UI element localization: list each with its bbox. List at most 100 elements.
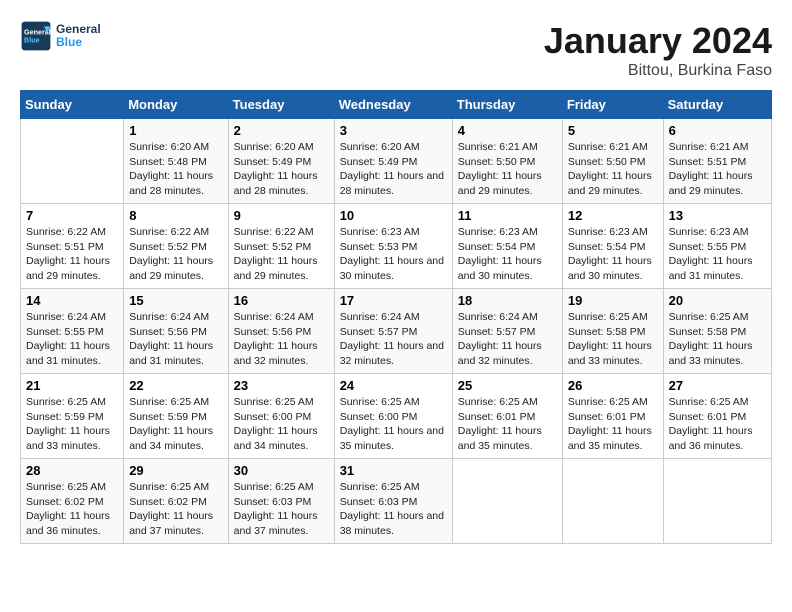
week-row-3: 14 Sunrise: 6:24 AM Sunset: 5:55 PM Dayl… xyxy=(21,289,772,374)
day-cell: 5 Sunrise: 6:21 AM Sunset: 5:50 PM Dayli… xyxy=(562,119,663,204)
day-info: Sunrise: 6:23 AM Sunset: 5:53 PM Dayligh… xyxy=(340,225,447,284)
day-cell: 31 Sunrise: 6:25 AM Sunset: 6:03 PM Dayl… xyxy=(334,459,452,544)
day-cell: 13 Sunrise: 6:23 AM Sunset: 5:55 PM Dayl… xyxy=(663,204,771,289)
day-number: 5 xyxy=(568,123,658,138)
day-cell: 20 Sunrise: 6:25 AM Sunset: 5:58 PM Dayl… xyxy=(663,289,771,374)
day-cell: 27 Sunrise: 6:25 AM Sunset: 6:01 PM Dayl… xyxy=(663,374,771,459)
day-info: Sunrise: 6:25 AM Sunset: 6:03 PM Dayligh… xyxy=(234,480,329,539)
day-info: Sunrise: 6:25 AM Sunset: 6:03 PM Dayligh… xyxy=(340,480,447,539)
day-cell: 18 Sunrise: 6:24 AM Sunset: 5:57 PM Dayl… xyxy=(452,289,562,374)
column-header-friday: Friday xyxy=(562,91,663,119)
week-row-1: 1 Sunrise: 6:20 AM Sunset: 5:48 PM Dayli… xyxy=(21,119,772,204)
day-info: Sunrise: 6:24 AM Sunset: 5:56 PM Dayligh… xyxy=(129,310,222,369)
day-cell: 4 Sunrise: 6:21 AM Sunset: 5:50 PM Dayli… xyxy=(452,119,562,204)
day-cell: 8 Sunrise: 6:22 AM Sunset: 5:52 PM Dayli… xyxy=(124,204,228,289)
day-number: 20 xyxy=(669,293,766,308)
day-number: 9 xyxy=(234,208,329,223)
day-cell xyxy=(562,459,663,544)
day-info: Sunrise: 6:25 AM Sunset: 6:02 PM Dayligh… xyxy=(129,480,222,539)
day-info: Sunrise: 6:25 AM Sunset: 6:01 PM Dayligh… xyxy=(669,395,766,454)
day-number: 30 xyxy=(234,463,329,478)
day-info: Sunrise: 6:22 AM Sunset: 5:52 PM Dayligh… xyxy=(234,225,329,284)
day-info: Sunrise: 6:25 AM Sunset: 6:00 PM Dayligh… xyxy=(234,395,329,454)
day-cell: 12 Sunrise: 6:23 AM Sunset: 5:54 PM Dayl… xyxy=(562,204,663,289)
page-subtitle: Bittou, Burkina Faso xyxy=(544,62,772,80)
day-cell: 7 Sunrise: 6:22 AM Sunset: 5:51 PM Dayli… xyxy=(21,204,124,289)
day-cell: 9 Sunrise: 6:22 AM Sunset: 5:52 PM Dayli… xyxy=(228,204,334,289)
day-cell: 14 Sunrise: 6:24 AM Sunset: 5:55 PM Dayl… xyxy=(21,289,124,374)
day-cell: 16 Sunrise: 6:24 AM Sunset: 5:56 PM Dayl… xyxy=(228,289,334,374)
day-number: 29 xyxy=(129,463,222,478)
column-header-saturday: Saturday xyxy=(663,91,771,119)
logo-icon: General Blue xyxy=(20,20,52,52)
day-cell: 29 Sunrise: 6:25 AM Sunset: 6:02 PM Dayl… xyxy=(124,459,228,544)
day-cell: 1 Sunrise: 6:20 AM Sunset: 5:48 PM Dayli… xyxy=(124,119,228,204)
day-number: 22 xyxy=(129,378,222,393)
day-number: 15 xyxy=(129,293,222,308)
day-cell: 25 Sunrise: 6:25 AM Sunset: 6:01 PM Dayl… xyxy=(452,374,562,459)
day-info: Sunrise: 6:20 AM Sunset: 5:49 PM Dayligh… xyxy=(234,140,329,199)
calendar-body: 1 Sunrise: 6:20 AM Sunset: 5:48 PM Dayli… xyxy=(21,119,772,544)
day-cell: 26 Sunrise: 6:25 AM Sunset: 6:01 PM Dayl… xyxy=(562,374,663,459)
title-block: January 2024 Bittou, Burkina Faso xyxy=(544,20,772,80)
page-title: January 2024 xyxy=(544,20,772,62)
day-info: Sunrise: 6:25 AM Sunset: 6:00 PM Dayligh… xyxy=(340,395,447,454)
day-cell: 15 Sunrise: 6:24 AM Sunset: 5:56 PM Dayl… xyxy=(124,289,228,374)
day-info: Sunrise: 6:24 AM Sunset: 5:55 PM Dayligh… xyxy=(26,310,118,369)
day-number: 8 xyxy=(129,208,222,223)
day-number: 25 xyxy=(458,378,557,393)
day-cell: 3 Sunrise: 6:20 AM Sunset: 5:49 PM Dayli… xyxy=(334,119,452,204)
week-row-4: 21 Sunrise: 6:25 AM Sunset: 5:59 PM Dayl… xyxy=(21,374,772,459)
day-number: 1 xyxy=(129,123,222,138)
logo-text: General Blue xyxy=(56,23,101,49)
day-number: 17 xyxy=(340,293,447,308)
day-cell: 6 Sunrise: 6:21 AM Sunset: 5:51 PM Dayli… xyxy=(663,119,771,204)
day-info: Sunrise: 6:25 AM Sunset: 5:58 PM Dayligh… xyxy=(568,310,658,369)
column-header-thursday: Thursday xyxy=(452,91,562,119)
day-info: Sunrise: 6:21 AM Sunset: 5:50 PM Dayligh… xyxy=(458,140,557,199)
week-row-5: 28 Sunrise: 6:25 AM Sunset: 6:02 PM Dayl… xyxy=(21,459,772,544)
day-number: 12 xyxy=(568,208,658,223)
day-number: 19 xyxy=(568,293,658,308)
day-info: Sunrise: 6:25 AM Sunset: 6:01 PM Dayligh… xyxy=(458,395,557,454)
day-cell: 19 Sunrise: 6:25 AM Sunset: 5:58 PM Dayl… xyxy=(562,289,663,374)
day-cell: 23 Sunrise: 6:25 AM Sunset: 6:00 PM Dayl… xyxy=(228,374,334,459)
day-number: 14 xyxy=(26,293,118,308)
day-cell xyxy=(663,459,771,544)
day-cell: 17 Sunrise: 6:24 AM Sunset: 5:57 PM Dayl… xyxy=(334,289,452,374)
column-header-sunday: Sunday xyxy=(21,91,124,119)
day-cell: 10 Sunrise: 6:23 AM Sunset: 5:53 PM Dayl… xyxy=(334,204,452,289)
day-info: Sunrise: 6:21 AM Sunset: 5:50 PM Dayligh… xyxy=(568,140,658,199)
day-info: Sunrise: 6:25 AM Sunset: 5:59 PM Dayligh… xyxy=(129,395,222,454)
day-info: Sunrise: 6:23 AM Sunset: 5:54 PM Dayligh… xyxy=(568,225,658,284)
day-cell: 24 Sunrise: 6:25 AM Sunset: 6:00 PM Dayl… xyxy=(334,374,452,459)
day-number: 7 xyxy=(26,208,118,223)
page-header: General Blue General Blue January 2024 B… xyxy=(20,20,772,80)
day-cell: 22 Sunrise: 6:25 AM Sunset: 5:59 PM Dayl… xyxy=(124,374,228,459)
svg-text:Blue: Blue xyxy=(24,35,40,44)
day-number: 6 xyxy=(669,123,766,138)
day-cell: 2 Sunrise: 6:20 AM Sunset: 5:49 PM Dayli… xyxy=(228,119,334,204)
day-info: Sunrise: 6:25 AM Sunset: 6:01 PM Dayligh… xyxy=(568,395,658,454)
day-number: 18 xyxy=(458,293,557,308)
day-number: 16 xyxy=(234,293,329,308)
day-info: Sunrise: 6:23 AM Sunset: 5:54 PM Dayligh… xyxy=(458,225,557,284)
day-info: Sunrise: 6:21 AM Sunset: 5:51 PM Dayligh… xyxy=(669,140,766,199)
day-info: Sunrise: 6:24 AM Sunset: 5:57 PM Dayligh… xyxy=(458,310,557,369)
day-number: 23 xyxy=(234,378,329,393)
day-info: Sunrise: 6:20 AM Sunset: 5:49 PM Dayligh… xyxy=(340,140,447,199)
day-number: 4 xyxy=(458,123,557,138)
day-number: 31 xyxy=(340,463,447,478)
day-info: Sunrise: 6:23 AM Sunset: 5:55 PM Dayligh… xyxy=(669,225,766,284)
day-number: 26 xyxy=(568,378,658,393)
day-number: 3 xyxy=(340,123,447,138)
day-info: Sunrise: 6:22 AM Sunset: 5:51 PM Dayligh… xyxy=(26,225,118,284)
day-info: Sunrise: 6:25 AM Sunset: 5:58 PM Dayligh… xyxy=(669,310,766,369)
logo: General Blue General Blue xyxy=(20,20,101,52)
column-header-wednesday: Wednesday xyxy=(334,91,452,119)
day-info: Sunrise: 6:25 AM Sunset: 5:59 PM Dayligh… xyxy=(26,395,118,454)
column-header-monday: Monday xyxy=(124,91,228,119)
day-info: Sunrise: 6:25 AM Sunset: 6:02 PM Dayligh… xyxy=(26,480,118,539)
day-number: 10 xyxy=(340,208,447,223)
day-number: 24 xyxy=(340,378,447,393)
